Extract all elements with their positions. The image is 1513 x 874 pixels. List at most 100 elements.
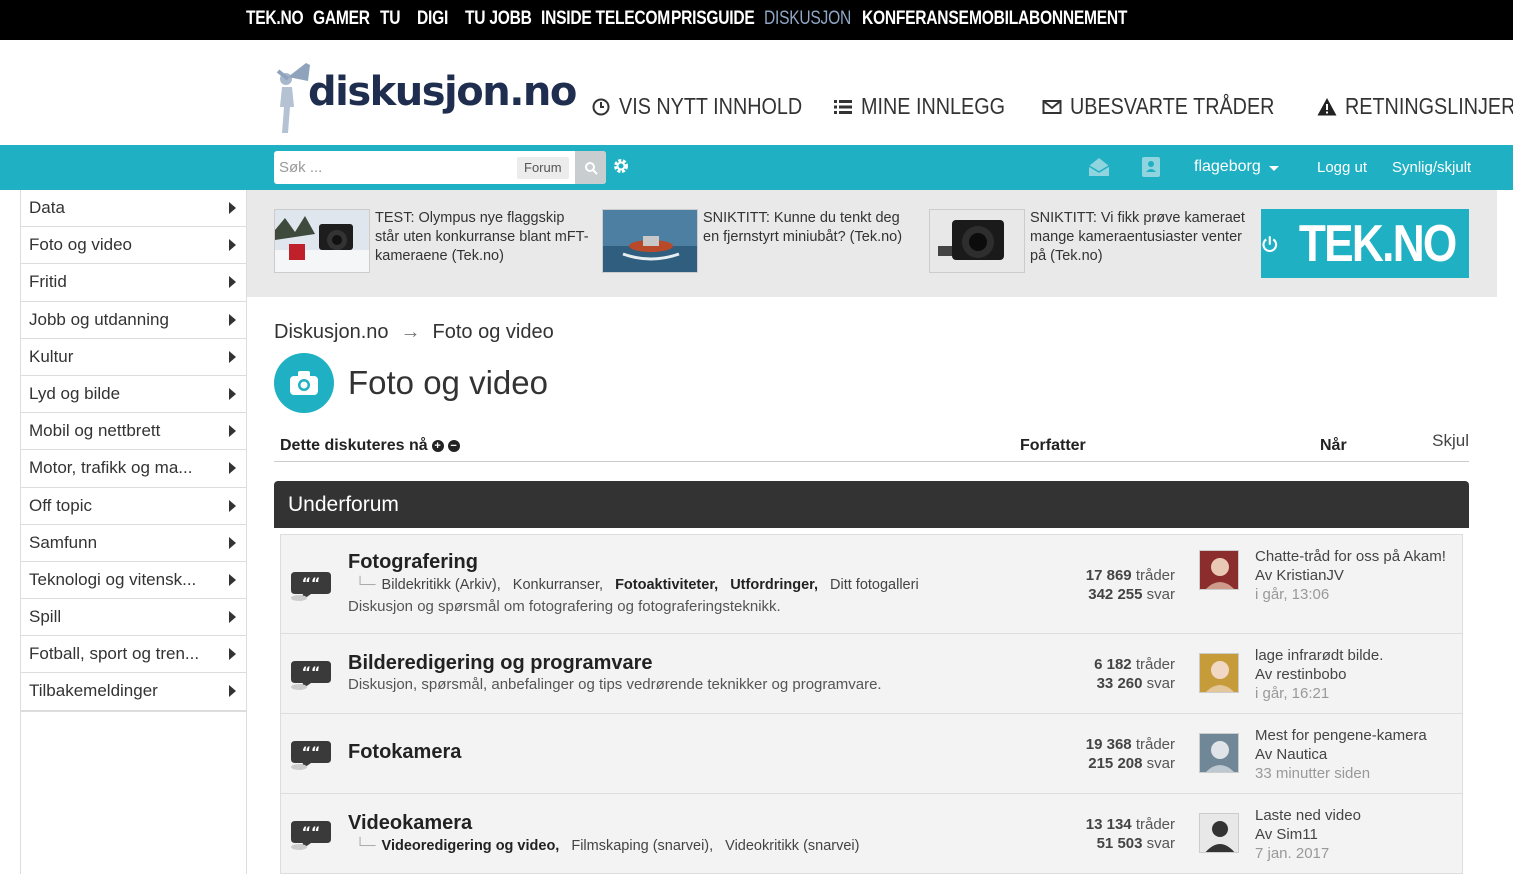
subforum-link[interactable]: Konkurranser, xyxy=(513,577,603,593)
subforum-link[interactable]: Utfordringer, xyxy=(730,577,818,593)
reply-count: 215 208 xyxy=(1088,755,1143,772)
network-link-konferanse[interactable]: KONFERANSE xyxy=(862,8,969,30)
network-link-inside-telecom[interactable]: INSIDE TELECOM xyxy=(541,8,670,30)
avatar[interactable] xyxy=(1199,653,1239,693)
collapse-minus-icon[interactable]: − xyxy=(447,440,460,452)
warning-icon xyxy=(1317,97,1337,115)
sidebar-item[interactable]: Spill xyxy=(21,599,246,637)
search-box: Forum xyxy=(274,151,606,184)
tekno-brand-banner[interactable]: TEK.NO xyxy=(1261,209,1469,278)
sidebar-item[interactable]: Off topic xyxy=(21,488,246,525)
camera-icon xyxy=(274,353,334,413)
network-link-tu[interactable]: TU xyxy=(380,8,401,30)
last-post-time: 7 jan. 2017 xyxy=(1255,845,1330,862)
last-post-title[interactable]: Laste ned video xyxy=(1255,806,1455,825)
subforum-link[interactable]: Fotoaktiviteter, xyxy=(615,577,718,593)
forum-row[interactable]: ““ Videokamera └─ Videoredigering og video,… xyxy=(281,794,1462,874)
sidebar-item[interactable]: Tilbakemeldinger xyxy=(21,673,246,711)
tekno-brand-text: TEK.NO xyxy=(1298,214,1456,273)
forum-bubble-icon: ““ xyxy=(291,661,331,690)
network-link-digi[interactable]: DIGI xyxy=(417,8,448,30)
news-item[interactable]: SNIKTITT: Vi fikk prøve kameraet mange k… xyxy=(929,209,1245,274)
network-link-tekno[interactable]: TEK.NO xyxy=(246,8,304,30)
subforum-link[interactable]: Filmskaping (snarvei), xyxy=(571,838,713,854)
network-link-tu-jobb[interactable]: TU JOBB xyxy=(465,8,532,30)
subforum-link[interactable]: Videoredigering og video, xyxy=(382,838,560,854)
nav-unanswered[interactable]: UBESVARTE TRÅDER xyxy=(1042,93,1308,120)
svg-text:““: ““ xyxy=(302,825,320,841)
search-button[interactable] xyxy=(575,151,606,184)
network-link-prisguide[interactable]: PRISGUIDE xyxy=(671,8,755,30)
logout-link[interactable]: Logg ut xyxy=(1317,159,1367,176)
news-item[interactable]: TEST: Olympus nye flaggskip står uten ko… xyxy=(274,209,589,274)
avatar[interactable] xyxy=(1199,550,1239,590)
subforum-link[interactable]: Videokritikk (snarvei) xyxy=(725,838,859,854)
news-thumbnail xyxy=(602,209,698,273)
forum-name[interactable]: Bilderedigering og programvare xyxy=(348,652,653,675)
hide-toggle[interactable]: Skjul xyxy=(1432,431,1469,451)
network-bar: TEK.NO GAMER TU DIGI TU JOBB INSIDE TELE… xyxy=(0,0,1513,40)
sidebar-item[interactable]: Fritid xyxy=(21,264,246,302)
sidebar-item[interactable]: Foto og video xyxy=(21,227,246,265)
sidebar-item[interactable]: Lyd og bilde xyxy=(21,376,246,414)
svg-text:““: ““ xyxy=(302,576,320,592)
sidebar-item[interactable]: Data xyxy=(21,190,246,228)
sidebar-item-label: Fritid xyxy=(29,272,67,292)
notifications-icon[interactable] xyxy=(1139,154,1163,180)
forum-row[interactable]: ““ Bilderedigering og programvare Diskusjo… xyxy=(281,634,1462,714)
breadcrumb-current[interactable]: Foto og video xyxy=(433,321,554,344)
last-post-title[interactable]: Chatte-tråd for oss på Akam! xyxy=(1255,547,1455,566)
sidebar-item[interactable]: Teknologi og vitensk... xyxy=(21,562,246,600)
breadcrumb-root[interactable]: Diskusjon.no xyxy=(274,321,389,344)
chevron-right-icon xyxy=(229,536,236,549)
search-input[interactable] xyxy=(279,157,509,177)
sidebar-item-label: Kultur xyxy=(29,346,74,366)
sidebar-item[interactable]: Motor, trafikk og ma... xyxy=(21,450,246,488)
envelope-icon xyxy=(1042,99,1062,114)
thread-count-label: tråder xyxy=(1135,816,1175,833)
sidebar-item[interactable]: Jobb og utdanning xyxy=(21,302,246,339)
sidebar-item[interactable]: Fotball, sport og tren... xyxy=(21,636,246,674)
forum-name[interactable]: Videokamera xyxy=(348,812,472,835)
last-post-author: Av Sim11 xyxy=(1255,826,1318,843)
last-post-title[interactable]: Mest for pengene-kamera xyxy=(1255,726,1455,745)
chevron-right-icon xyxy=(229,387,236,400)
news-item[interactable]: SNIKTITT: Kunne du tenkt deg en fjernsty… xyxy=(602,209,917,274)
sidebar-item[interactable]: Samfunn xyxy=(21,525,246,562)
network-link-gamer[interactable]: GAMER xyxy=(313,8,370,30)
subforum-link[interactable]: Ditt fotogalleri xyxy=(830,577,919,593)
reply-count: 51 503 xyxy=(1096,835,1143,852)
chevron-right-icon xyxy=(229,276,236,289)
forum-name[interactable]: Fotokamera xyxy=(348,741,461,764)
nav-guidelines[interactable]: RETNINGSLINJER xyxy=(1317,93,1513,120)
user-menu[interactable]: flageborg xyxy=(1194,158,1279,176)
user-toolbar: Forum flageborg Logg ut Synlig/skjult xyxy=(0,145,1513,190)
sidebar-item[interactable]: Mobil og nettbrett xyxy=(21,413,246,451)
nav-my-posts[interactable]: MINE INNLEGG xyxy=(833,93,1028,120)
reply-count: 33 260 xyxy=(1096,675,1143,692)
forum-row[interactable]: ““ Fotokamera 19 368 tråder 215 208 svar Mes… xyxy=(281,714,1462,794)
forum-name[interactable]: Fotografering xyxy=(348,551,478,574)
svg-text:““: ““ xyxy=(302,745,320,761)
sidebar-item[interactable]: Kultur xyxy=(21,339,246,376)
last-post-title[interactable]: lage infrarødt bilde. xyxy=(1255,646,1455,665)
nav-new-content[interactable]: VIS NYTT INNHOLD xyxy=(591,93,832,120)
forum-row[interactable]: ““ Fotografering └─ Bildekritikk (Arkiv), Ko… xyxy=(281,535,1462,634)
column-author: Forfatter xyxy=(1020,437,1086,454)
nav-unanswered-label: UBESVARTE TRÅDER xyxy=(1070,93,1275,119)
site-logo[interactable]: diskusjon.no xyxy=(272,57,577,135)
network-link-mobilabonnement[interactable]: MOBILABONNEMENT xyxy=(969,8,1127,30)
expand-plus-icon[interactable]: + xyxy=(431,440,444,452)
discussion-label-wrap: Dette diskuteres nå + − xyxy=(280,437,460,455)
subforum-link[interactable]: Bildekritikk (Arkiv), xyxy=(382,577,501,593)
thread-count: 13 134 xyxy=(1085,816,1132,833)
category-sidebar: Data Foto og video Fritid Jobb og utdanning… xyxy=(20,190,247,712)
visibility-toggle[interactable]: Synlig/skjult xyxy=(1392,159,1471,176)
search-scope[interactable]: Forum xyxy=(517,157,569,179)
messages-icon[interactable] xyxy=(1087,154,1111,180)
avatar[interactable] xyxy=(1199,813,1239,853)
gear-icon[interactable] xyxy=(612,157,630,175)
avatar[interactable] xyxy=(1199,733,1239,773)
network-link-diskusjon[interactable]: DISKUSJON xyxy=(764,8,851,30)
news-thumbnail xyxy=(929,209,1025,273)
